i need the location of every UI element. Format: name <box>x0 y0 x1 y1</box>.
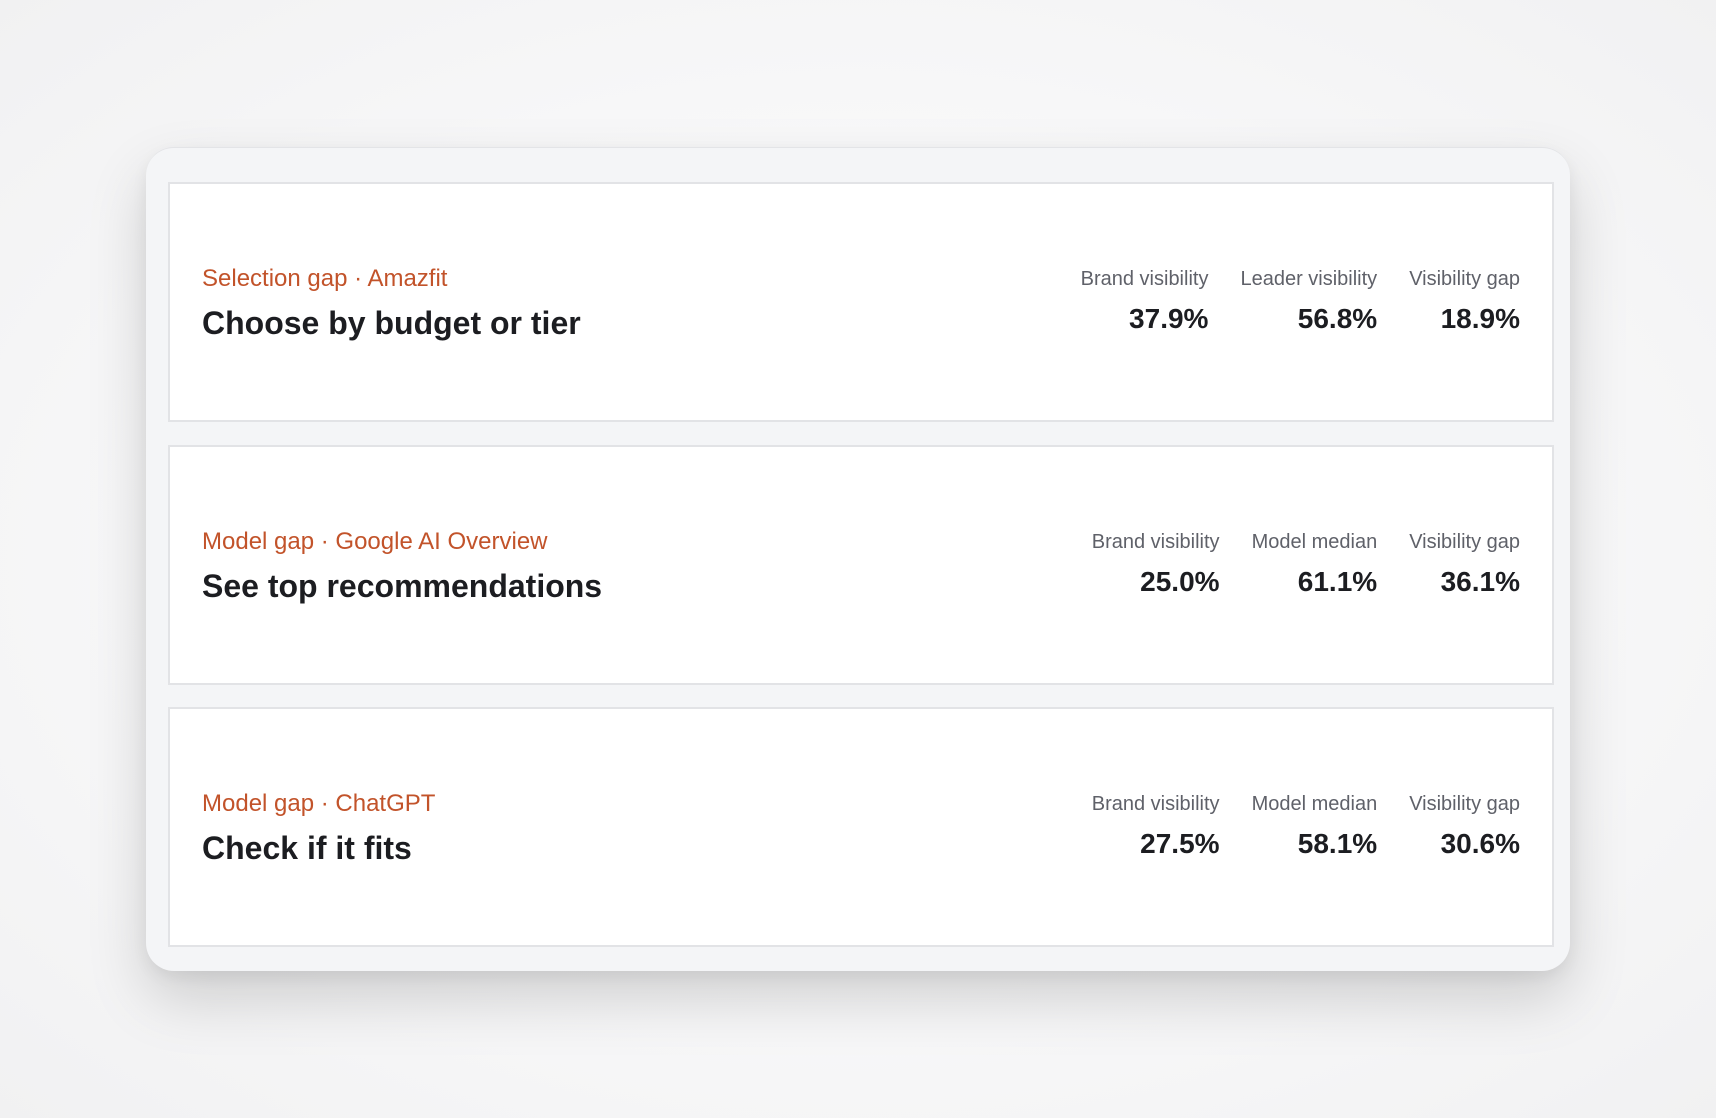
metric-label: Visibility gap <box>1409 268 1520 290</box>
metric-label: Visibility gap <box>1409 793 1520 815</box>
metric-value: 18.9% <box>1440 303 1520 334</box>
gap-type-label: Model gap · Google AI Overview <box>202 528 548 555</box>
metric-visibility-gap: Visibility gap 36.1% <box>1409 527 1520 599</box>
metric-brand-visibility: Brand visibility 27.5% <box>1092 789 1220 861</box>
metrics-row: Brand visibility 27.5% Model median 58.1… <box>1092 789 1520 861</box>
metric-leader-visibility: Leader visibility 56.8% <box>1240 264 1377 336</box>
metric-value: 56.8% <box>1297 303 1378 334</box>
metric-model-median: Model median 61.1% <box>1252 527 1378 599</box>
metric-visibility-gap: Visibility gap 18.9% <box>1409 264 1520 336</box>
metric-brand-visibility: Brand visibility 25.0% <box>1092 527 1220 599</box>
metric-label: Brand visibility <box>1091 531 1220 553</box>
card-title: Check if it fits <box>202 830 412 866</box>
metric-value: 58.1% <box>1297 828 1378 859</box>
metric-visibility-gap: Visibility gap 30.6% <box>1409 789 1520 861</box>
card-title: See top recommendations <box>202 568 603 604</box>
metric-value: 36.1% <box>1440 566 1520 597</box>
metric-label: Visibility gap <box>1409 531 1520 553</box>
gap-type-label: Selection gap · Amazfit <box>202 265 448 292</box>
gap-type-label: Model gap · ChatGPT <box>202 790 436 817</box>
metric-value: 61.1% <box>1297 566 1378 597</box>
card-heading: Selection gap · Amazfit Choose by budget… <box>202 264 581 342</box>
card-heading: Model gap · ChatGPT Check if it fits <box>202 789 435 867</box>
metric-label: Model median <box>1251 793 1378 815</box>
gap-card-selection-amazfit[interactable]: Selection gap · Amazfit Choose by budget… <box>168 182 1554 422</box>
metric-value: 27.5% <box>1140 828 1220 859</box>
metric-brand-visibility: Brand visibility 37.9% <box>1081 264 1209 336</box>
metrics-row: Brand visibility 25.0% Model median 61.1… <box>1092 527 1520 599</box>
metric-label: Leader visibility <box>1240 268 1378 290</box>
metric-value: 37.9% <box>1129 303 1209 334</box>
metric-label: Brand visibility <box>1091 793 1220 815</box>
metrics-row: Brand visibility 37.9% Leader visibility… <box>1081 264 1520 336</box>
gap-card-model-chatgpt[interactable]: Model gap · ChatGPT Check if it fits Bra… <box>168 707 1554 947</box>
card-heading: Model gap · Google AI Overview See top r… <box>202 527 602 605</box>
metric-value: 25.0% <box>1140 566 1220 597</box>
gap-cards-panel: Selection gap · Amazfit Choose by budget… <box>146 147 1570 971</box>
card-title: Choose by budget or tier <box>202 305 581 341</box>
metric-model-median: Model median 58.1% <box>1252 789 1378 861</box>
gap-card-model-google-ai-overview[interactable]: Model gap · Google AI Overview See top r… <box>168 445 1554 685</box>
metric-value: 30.6% <box>1440 828 1520 859</box>
metric-label: Brand visibility <box>1080 268 1209 290</box>
metric-label: Model median <box>1251 531 1378 553</box>
